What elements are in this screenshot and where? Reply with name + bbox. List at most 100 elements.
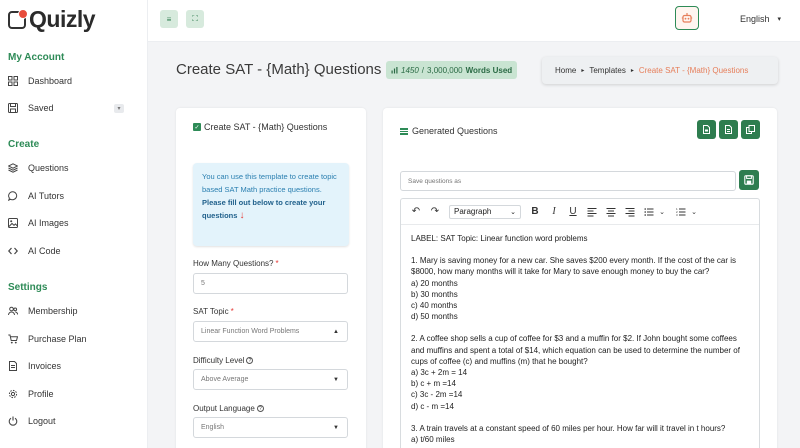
sidebar-item-label: AI Images [28,218,69,228]
users-icon [8,306,18,316]
sidebar-item-questions[interactable]: Questions [8,158,140,178]
language-selector[interactable]: English ▾ [740,14,781,24]
sidebar-item-label: AI Code [28,246,61,256]
sidebar-item-dashboard[interactable]: Dashboard [8,71,140,91]
power-icon [8,416,18,426]
section-settings: Settings [8,282,48,293]
robot-icon [681,13,693,23]
caret-down-icon: ▲ [333,329,339,335]
sidebar-item-label: Profile [28,389,54,399]
content-paragraph: 2. A coffee shop sells a cup of coffee f… [411,334,740,411]
content-paragraph: LABEL: SAT Topic: Linear function word p… [411,234,588,243]
ai-assistant-button[interactable] [675,6,699,30]
difficulty-label: Difficulty Level? [193,356,254,365]
quizly-logo-icon [8,8,28,29]
help-icon[interactable]: ? [246,357,254,364]
caret-down-icon: ▼ [333,425,339,431]
arrow-down-icon: ↓ [239,210,245,221]
export-txt-button[interactable] [719,120,738,139]
save-name-input[interactable] [400,171,736,191]
breadcrumb: Home ▸ Templates ▸ Create SAT - {Math} Q… [542,57,778,84]
words-used-label: Words Used [465,65,513,75]
words-used-badge: 1450/ 3,000,000 Words Used [386,61,518,79]
align-right-icon[interactable] [625,207,635,217]
help-icon[interactable]: ? [256,405,264,412]
questions-count-input[interactable]: 5 [193,273,348,294]
template-info-box: You can use this template to create topi… [193,163,349,246]
copy-button[interactable] [741,120,760,139]
fullscreen-button[interactable]: ⛶ [186,10,204,28]
generated-title: Generated Questions [400,126,498,136]
export-doc-button[interactable] [697,120,716,139]
top-header: ≡ ⛶ English ▾ [148,0,800,42]
sat-topic-select[interactable]: Linear Function Word Problems ▲ [193,321,348,342]
underline-icon[interactable]: U [568,206,578,217]
sidebar-item-label: Membership [28,306,78,316]
generated-questions-card: Generated Questions ↶ ↷ Paragraph ⌄ B I … [383,108,777,448]
bullet-list-icon[interactable] [644,207,654,217]
content-paragraph: 1. Mary is saving money for a new car. S… [411,256,737,322]
sidebar-item-invoices[interactable]: Invoices [8,356,140,376]
undo-icon[interactable]: ↶ [411,206,421,217]
italic-icon[interactable]: I [549,206,559,217]
caret-down-icon: ▼ [333,377,339,383]
sidebar-item-profile[interactable]: Profile [8,384,140,404]
sidebar-item-label: Purchase Plan [28,334,87,344]
align-center-icon[interactable] [606,207,616,217]
logo[interactable]: Quizly [8,6,96,33]
numbered-list-icon[interactable]: 123 [676,207,686,217]
info-bold-text: Please fill out below to create your que… [202,198,326,220]
breadcrumb-home[interactable]: Home [555,66,576,75]
questions-count-label: How Many Questions? * [193,259,279,268]
sidebar-item-ai-tutors[interactable]: AI Tutors [8,186,140,206]
bold-icon[interactable]: B [530,206,540,217]
save-button[interactable] [739,170,759,190]
output-language-select[interactable]: English ▼ [193,417,348,438]
code-icon [8,246,18,256]
sidebar-item-ai-images[interactable]: AI Images [8,213,140,233]
rich-text-editor[interactable]: ↶ ↷ Paragraph ⌄ B I U ⌄ 123 ⌄ LABEL: SAT… [400,198,760,448]
breadcrumb-templates[interactable]: Templates [589,66,625,75]
file-icon [703,125,710,134]
bar-chart-icon [391,66,398,73]
sidebar-item-saved[interactable]: Saved ▾ [8,98,140,118]
section-create: Create [8,139,40,150]
chevron-down-icon: ⌄ [510,208,516,216]
page-title: Create SAT - {Math} Questions [176,61,382,78]
sidebar-item-purchase-plan[interactable]: Purchase Plan [8,329,140,349]
editor-content[interactable]: LABEL: SAT Topic: Linear function word p… [401,225,759,448]
brand-name: Quizly [29,6,96,32]
breadcrumb-separator-icon: ▸ [630,68,634,74]
sidebar-item-logout[interactable]: Logout [8,411,140,431]
language-label: English [740,14,770,24]
form-card-title: ✓ Create SAT - {Math} Questions [193,122,328,132]
sidebar-item-label: Dashboard [28,76,73,86]
difficulty-select[interactable]: Above Average ▼ [193,369,348,390]
list-icon [400,127,408,135]
sat-topic-label: SAT Topic * [193,307,234,316]
svg-text:3: 3 [676,213,678,217]
paragraph-style-select[interactable]: Paragraph ⌄ [449,204,521,219]
chevron-down-icon[interactable]: ⌄ [657,208,667,216]
chevron-down-icon[interactable]: ▾ [114,104,124,113]
sidebar-item-membership[interactable]: Membership [8,301,140,321]
redo-icon[interactable]: ↷ [430,206,440,217]
chat-bubble-icon [8,191,18,201]
template-form-card: ✓ Create SAT - {Math} Questions You can … [176,108,366,448]
breadcrumb-current: Create SAT - {Math} Questions [638,66,749,75]
grid-icon [8,76,18,86]
words-used-count: 1450 [401,65,419,75]
sidebar-item-ai-code[interactable]: AI Code [8,241,140,261]
sidebar-item-label: AI Tutors [28,191,65,201]
align-left-icon[interactable] [587,207,597,217]
editor-toolbar: ↶ ↷ Paragraph ⌄ B I U ⌄ 123 ⌄ [401,199,759,225]
image-icon [8,218,18,228]
sidebar-item-label: Saved [28,103,54,113]
info-text: You can use this template to create topi… [202,172,337,194]
sidebar: Quizly My Account Dashboard Saved ▾ Crea… [0,0,148,448]
words-total-count: 3,000,000 [427,65,463,75]
file-text-icon [725,125,732,134]
chevron-down-icon[interactable]: ⌄ [689,208,699,216]
floppy-icon [8,103,18,113]
menu-toggle-button[interactable]: ≡ [160,10,178,28]
